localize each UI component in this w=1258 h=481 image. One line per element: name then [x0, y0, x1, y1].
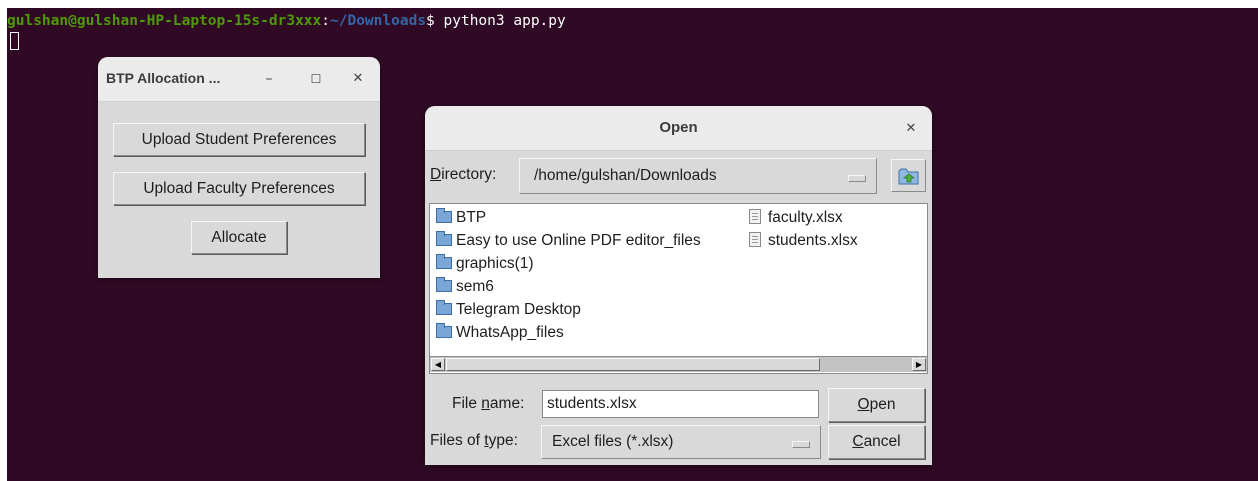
- list-item[interactable]: faculty.xlsx: [749, 207, 843, 229]
- dropdown-indicator-icon: [792, 441, 810, 448]
- prompt-path: ~/Downloads: [330, 13, 427, 29]
- filename-label: File name:: [452, 395, 525, 412]
- list-item[interactable]: BTP: [436, 207, 486, 229]
- open-dialog-title: Open: [659, 119, 698, 136]
- minimize-button[interactable]: –: [258, 68, 280, 90]
- btp-allocation-window: BTP Allocation ... – ☐ ✕ Upload Student …: [98, 57, 380, 278]
- dropdown-indicator-icon: [848, 175, 866, 182]
- scrollbar-thumb[interactable]: [446, 358, 820, 371]
- open-file-dialog: Open ✕ Directory: /home/gulshan/Download…: [425, 106, 932, 465]
- terminal-cursor: [10, 32, 19, 50]
- folder-icon: [436, 231, 452, 246]
- close-button[interactable]: ✕: [347, 68, 369, 90]
- directory-value: /home/gulshan/Downloads: [534, 167, 717, 184]
- filetype-combobox[interactable]: Excel files (*.xlsx): [541, 425, 821, 459]
- upload-student-preferences-button[interactable]: Upload Student Preferences: [113, 123, 365, 156]
- file-list[interactable]: BTP Easy to use Online PDF editor_files …: [429, 203, 928, 374]
- allocate-button[interactable]: Allocate: [191, 221, 287, 254]
- open-button[interactable]: Open: [828, 388, 925, 422]
- list-item[interactable]: sem6: [436, 276, 494, 298]
- directory-label: Directory:: [430, 166, 497, 183]
- btp-titlebar[interactable]: BTP Allocation ... – ☐ ✕: [98, 57, 380, 102]
- folder-icon: [436, 254, 452, 269]
- filename-input[interactable]: [542, 390, 819, 418]
- prompt-user: gulshan@gulshan-HP-Laptop-15s-dr3xxx: [7, 13, 322, 29]
- folder-icon: [436, 300, 452, 315]
- list-item[interactable]: graphics(1): [436, 253, 534, 275]
- maximize-button[interactable]: ☐: [305, 68, 327, 90]
- open-dialog-titlebar[interactable]: Open ✕: [425, 106, 932, 151]
- file-icon: [749, 232, 761, 247]
- cancel-button[interactable]: Cancel: [828, 425, 925, 459]
- list-item[interactable]: Easy to use Online PDF editor_files: [436, 230, 701, 252]
- directory-up-button[interactable]: [891, 159, 926, 192]
- prompt-symbol: $: [426, 13, 444, 29]
- folder-up-icon: [898, 168, 919, 185]
- folder-icon: [436, 277, 452, 292]
- horizontal-scrollbar[interactable]: ◀ ▶: [430, 356, 927, 372]
- folder-icon: [436, 323, 452, 338]
- filetype-label: Files of type:: [430, 432, 518, 449]
- scroll-left-button[interactable]: ◀: [431, 358, 445, 371]
- btp-window-title: BTP Allocation ...: [106, 70, 221, 86]
- close-button[interactable]: ✕: [900, 117, 922, 139]
- scroll-right-button[interactable]: ▶: [912, 358, 926, 371]
- folder-icon: [436, 208, 452, 223]
- terminal-command: python3 app.py: [443, 13, 566, 29]
- list-item[interactable]: students.xlsx: [749, 230, 858, 252]
- list-item[interactable]: WhatsApp_files: [436, 322, 564, 344]
- filetype-value: Excel files (*.xlsx): [552, 433, 674, 450]
- terminal-prompt-line: gulshan@gulshan-HP-Laptop-15s-dr3xxx:~/D…: [7, 12, 566, 30]
- directory-combobox[interactable]: /home/gulshan/Downloads: [519, 158, 877, 194]
- list-item[interactable]: Telegram Desktop: [436, 299, 581, 321]
- file-icon: [749, 209, 761, 224]
- prompt-separator: :: [321, 13, 331, 29]
- upload-faculty-preferences-button[interactable]: Upload Faculty Preferences: [113, 172, 365, 205]
